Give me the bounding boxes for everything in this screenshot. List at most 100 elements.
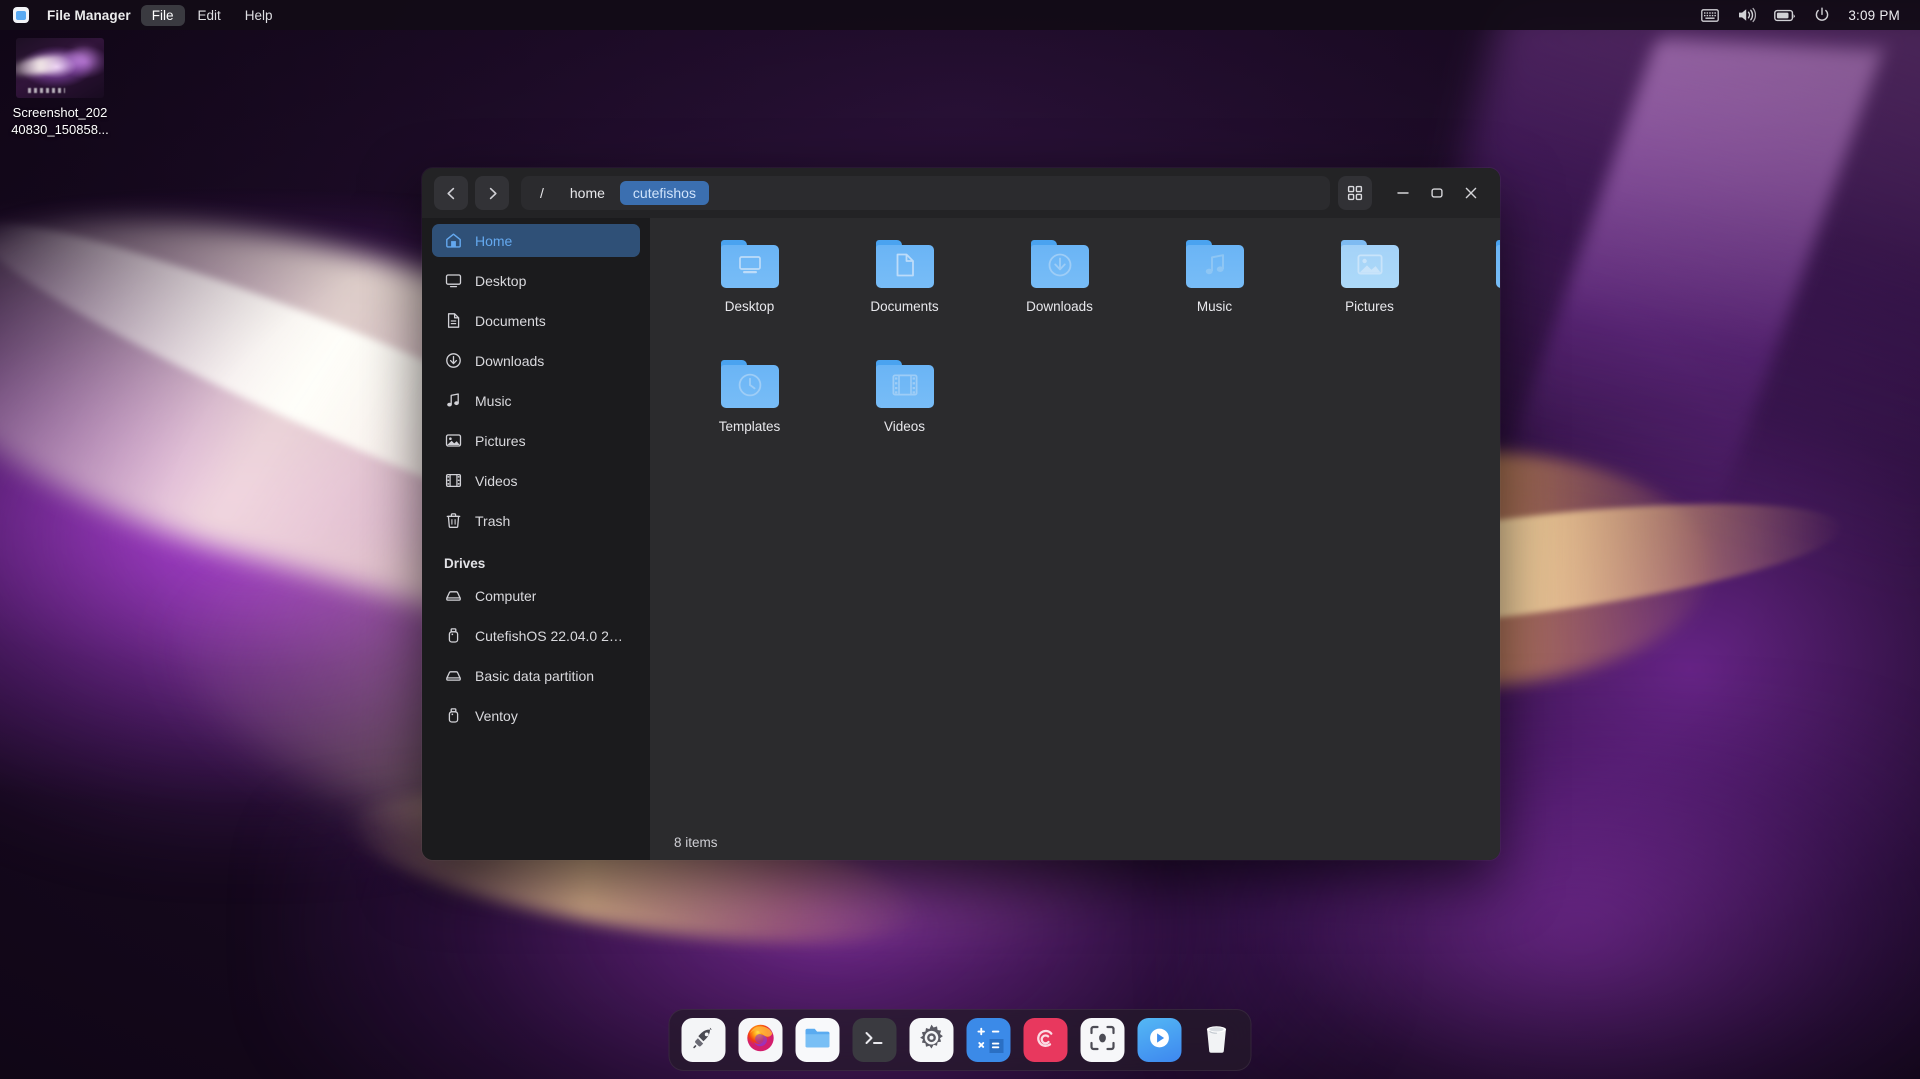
sidebar-item-music[interactable]: Music: [432, 384, 640, 417]
menu-help[interactable]: Help: [234, 5, 284, 26]
firefox-icon: [745, 1022, 777, 1059]
sidebar-item-trash[interactable]: Trash: [432, 504, 640, 537]
dock-item-firefox[interactable]: [738, 1018, 783, 1062]
sidebar-item-pictures[interactable]: Pictures: [432, 424, 640, 457]
window-body: Home Desktop Documents Downloads Music P…: [422, 218, 1500, 860]
image-thumbnail: [16, 38, 104, 98]
sidebar-item-cutefishos-drive[interactable]: CutefishOS 22.04.0 20...: [432, 619, 640, 652]
sidebar-label: Home: [475, 232, 513, 249]
breadcrumb[interactable]: / home cutefishos: [521, 176, 1330, 210]
sidebar-label: Videos: [475, 472, 518, 489]
dock-item-music-player[interactable]: [1023, 1018, 1068, 1062]
terminal-icon: [863, 1028, 887, 1053]
sidebar-item-documents[interactable]: Documents: [432, 304, 640, 337]
dock-item-settings[interactable]: [909, 1018, 954, 1062]
dock-item-file-manager[interactable]: [795, 1018, 840, 1062]
menu-edit[interactable]: Edit: [187, 5, 232, 26]
calculator-icon: [973, 1022, 1004, 1058]
top-panel-left: File Manager File Edit Help: [10, 4, 284, 26]
file-label: Downloads: [1026, 299, 1093, 314]
file-item-desktop[interactable]: Desktop: [672, 234, 827, 354]
download-icon: [444, 352, 462, 370]
dock-item-calculator[interactable]: [966, 1018, 1011, 1062]
folder-downloads-icon: [1030, 240, 1089, 288]
breadcrumb-item-home[interactable]: home: [557, 181, 618, 205]
sidebar-label: Ventoy: [475, 707, 518, 724]
breadcrumb-item-root[interactable]: /: [529, 181, 555, 205]
system-tray: 3:09 PM: [1701, 7, 1910, 23]
spiral-icon: [1032, 1024, 1060, 1057]
dock-item-trash[interactable]: [1195, 1018, 1239, 1062]
desktop-icon: [444, 272, 462, 290]
file-label: Documents: [870, 299, 939, 314]
desktop-icon-label: Screenshot_20240830_150858...: [11, 105, 109, 137]
file-list-area: Desktop Documents Downloads Music Pictur…: [650, 218, 1500, 860]
desktop-file-icon[interactable]: Screenshot_20240830_150858...: [10, 38, 110, 138]
menu-file[interactable]: File: [140, 4, 185, 26]
file-label: Desktop: [724, 299, 775, 314]
sidebar-item-videos[interactable]: Videos: [432, 464, 640, 497]
sidebar-item-downloads[interactable]: Downloads: [432, 344, 640, 377]
folder-documents-icon: [875, 240, 934, 288]
minimize-icon[interactable]: [1386, 176, 1420, 210]
file-item-music[interactable]: Music: [1137, 234, 1292, 354]
active-app-title: File Manager: [47, 7, 131, 23]
grid-view-icon[interactable]: [1338, 176, 1372, 210]
dock-item-launcher[interactable]: [681, 1018, 726, 1062]
harddisk-icon: [444, 587, 462, 605]
document-icon: [444, 312, 462, 330]
sidebar-label: Documents: [475, 312, 546, 329]
file-item-pictures[interactable]: Pictures: [1292, 234, 1447, 354]
dock-item-terminal[interactable]: [852, 1018, 897, 1062]
window-titlebar: / home cutefishos: [422, 168, 1500, 218]
maximize-icon[interactable]: [1420, 176, 1454, 210]
folder-public-icon: [1495, 240, 1500, 288]
file-item-templates[interactable]: Templates: [672, 354, 827, 474]
sidebar-label: Pictures: [475, 432, 526, 449]
close-icon[interactable]: [1454, 176, 1488, 210]
volume-icon[interactable]: [1737, 7, 1757, 23]
power-icon[interactable]: [1814, 7, 1830, 23]
file-item-documents[interactable]: Documents: [827, 234, 982, 354]
home-icon: [444, 232, 462, 250]
sidebar-label: Desktop: [475, 272, 527, 289]
files-grid: Desktop Documents Downloads Music Pictur…: [650, 218, 1500, 824]
sidebar-label: Downloads: [475, 352, 545, 369]
file-item-downloads[interactable]: Downloads: [982, 234, 1137, 354]
file-item-videos[interactable]: Videos: [827, 354, 982, 474]
trash-bin-icon: [1202, 1022, 1232, 1059]
file-label: Videos: [883, 419, 926, 434]
folder-music-icon: [1185, 240, 1244, 288]
forward-button[interactable]: [475, 176, 509, 210]
dock: [668, 1009, 1252, 1071]
file-label: Pictures: [1345, 299, 1394, 314]
breadcrumb-item-current[interactable]: cutefishos: [619, 181, 709, 205]
usb-icon: [444, 627, 462, 645]
file-item-public[interactable]: Public: [1447, 234, 1500, 354]
folder-desktop-icon: [720, 240, 779, 288]
system-clock[interactable]: 3:09 PM: [1848, 8, 1900, 23]
keyboard-icon[interactable]: [1701, 8, 1720, 22]
harddisk-icon: [444, 667, 462, 685]
battery-icon[interactable]: [1774, 9, 1796, 22]
sidebar-item-home[interactable]: Home: [432, 224, 640, 257]
sidebar-item-basic-data-partition[interactable]: Basic data partition: [432, 659, 640, 692]
dock-item-screenshot[interactable]: [1080, 1018, 1125, 1062]
dock-item-video-player[interactable]: [1137, 1018, 1182, 1062]
trash-icon: [444, 512, 462, 530]
sidebar-item-ventoy[interactable]: Ventoy: [432, 699, 640, 732]
file-manager-window: / home cutefishos Home Desktop Documents…: [422, 168, 1500, 860]
file-label: Music: [1196, 299, 1233, 314]
file-label: Templates: [718, 419, 781, 434]
sidebar-label: Trash: [475, 512, 511, 529]
sidebar: Home Desktop Documents Downloads Music P…: [422, 218, 650, 860]
sidebar-label: CutefishOS 22.04.0 20...: [475, 627, 628, 644]
file-manager-icon: [13, 7, 29, 23]
play-icon: [1147, 1025, 1173, 1056]
sidebar-item-desktop[interactable]: Desktop: [432, 264, 640, 297]
back-button[interactable]: [434, 176, 468, 210]
folder-icon: [804, 1026, 832, 1055]
sidebar-item-computer[interactable]: Computer: [432, 579, 640, 612]
gear-icon: [917, 1023, 947, 1058]
sidebar-label: Computer: [475, 587, 537, 604]
